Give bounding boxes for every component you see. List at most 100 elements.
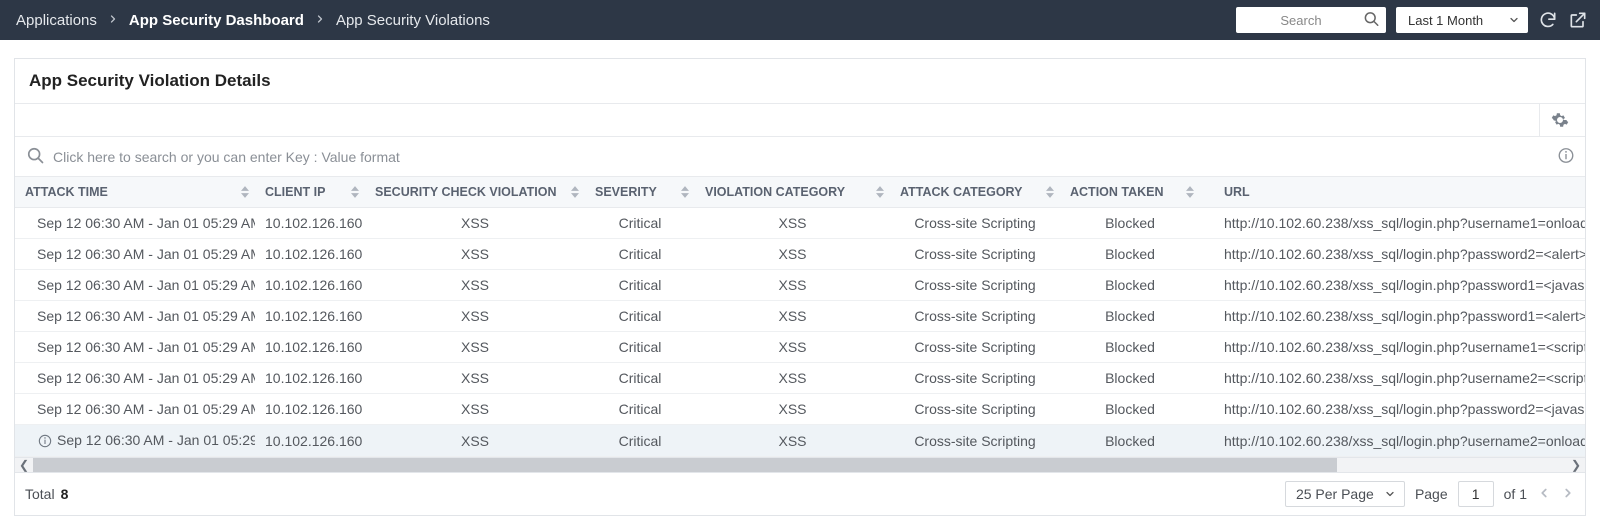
cell-action-taken: Blocked xyxy=(1060,239,1200,270)
violations-panel: App Security Violation Details ATTACK TI xyxy=(14,58,1586,516)
top-bar: Applications App Security Dashboard App … xyxy=(0,0,1600,40)
chevron-right-icon xyxy=(314,12,326,29)
cell-attack-category: Cross-site Scripting xyxy=(890,425,1060,457)
panel-toolbar xyxy=(15,103,1585,137)
table-row[interactable]: Sep 12 06:30 AM - Jan 01 05:29 AM10.102.… xyxy=(15,332,1585,363)
cell-attack-time: Sep 12 06:30 AM - Jan 01 05:29 AM xyxy=(15,208,255,239)
table-row[interactable]: Sep 12 06:30 AM - Jan 01 05:29 AM10.102.… xyxy=(15,270,1585,301)
info-icon xyxy=(1557,146,1575,164)
col-security-check[interactable]: SECURITY CHECK VIOLATION xyxy=(365,177,585,208)
cell-security-check: XSS xyxy=(365,363,585,394)
cell-url: http://10.102.60.238/xss_sql/login.php?u… xyxy=(1200,425,1585,457)
horizontal-scrollbar[interactable]: ❮ ❯ xyxy=(15,457,1585,473)
total-label: Total xyxy=(25,486,55,502)
cell-attack-category: Cross-site Scripting xyxy=(890,208,1060,239)
cell-violation-category: XSS xyxy=(695,270,890,301)
breadcrumb-level1[interactable]: Applications xyxy=(16,12,97,29)
cell-client-ip: 10.102.126.160 xyxy=(255,208,365,239)
table-filter-input[interactable] xyxy=(53,149,1575,165)
col-violation-category[interactable]: VIOLATION CATEGORY xyxy=(695,177,890,208)
chevron-down-icon xyxy=(1384,488,1396,500)
filter-row xyxy=(15,137,1585,177)
info-icon xyxy=(37,433,53,449)
col-attack-category[interactable]: ATTACK CATEGORY xyxy=(890,177,1060,208)
table-row[interactable]: Sep 12 06:30 AM - Jan 01 05:29 AM10.102.… xyxy=(15,208,1585,239)
open-external-button[interactable] xyxy=(1568,10,1588,30)
cell-security-check: XSS xyxy=(365,270,585,301)
cell-severity: Critical xyxy=(585,239,695,270)
sort-arrows-icon[interactable] xyxy=(351,186,359,199)
sort-arrows-icon[interactable] xyxy=(1046,186,1054,199)
cell-security-check: XSS xyxy=(365,301,585,332)
cell-attack-time: Sep 12 06:30 AM - Jan 01 05:29 AM xyxy=(15,301,255,332)
time-range-label: Last 1 Month xyxy=(1408,13,1483,28)
cell-violation-category: XSS xyxy=(695,332,890,363)
sort-arrows-icon[interactable] xyxy=(1186,186,1194,199)
table-row[interactable]: Sep 12 06:30 AM - Jan 01 05:29 AM10.102.… xyxy=(15,301,1585,332)
cell-client-ip: 10.102.126.160 xyxy=(255,301,365,332)
col-action-taken[interactable]: ACTION TAKEN xyxy=(1060,177,1200,208)
cell-security-check: XSS xyxy=(365,208,585,239)
cell-violation-category: XSS xyxy=(695,208,890,239)
total-count: Total 8 xyxy=(25,486,68,502)
table-row[interactable]: Sep 12 06:30 AM - Jan 01 05:29 AM10.102.… xyxy=(15,239,1585,270)
cell-url: http://10.102.60.238/xss_sql/login.php?p… xyxy=(1200,239,1585,270)
cell-severity: Critical xyxy=(585,363,695,394)
refresh-button[interactable] xyxy=(1538,10,1558,30)
next-page-button[interactable] xyxy=(1561,486,1575,503)
breadcrumb-level3[interactable]: App Security Violations xyxy=(336,12,490,29)
table-row[interactable]: Sep 12 06:30 AM - Jan 01 05:29 AM10.102.… xyxy=(15,425,1585,457)
cell-url: http://10.102.60.238/xss_sql/login.php?p… xyxy=(1200,394,1585,425)
cell-client-ip: 10.102.126.160 xyxy=(255,270,365,301)
chevron-right-icon xyxy=(107,12,119,29)
breadcrumb: Applications App Security Dashboard App … xyxy=(16,12,490,29)
sort-arrows-icon[interactable] xyxy=(876,186,884,199)
cell-action-taken: Blocked xyxy=(1060,270,1200,301)
scroll-left-arrow[interactable]: ❮ xyxy=(15,458,33,472)
sort-arrows-icon[interactable] xyxy=(681,186,689,199)
cell-client-ip: 10.102.126.160 xyxy=(255,332,365,363)
cell-severity: Critical xyxy=(585,332,695,363)
cell-attack-time: Sep 12 06:30 AM - Jan 01 05:29 AM xyxy=(15,363,255,394)
cell-url: http://10.102.60.238/xss_sql/login.php?u… xyxy=(1200,363,1585,394)
col-attack-time[interactable]: ATTACK TIME xyxy=(15,177,255,208)
time-range-select[interactable]: Last 1 Month xyxy=(1396,7,1528,33)
cell-violation-category: XSS xyxy=(695,239,890,270)
global-search-input[interactable] xyxy=(1236,7,1386,33)
col-client-ip[interactable]: CLIENT IP xyxy=(255,177,365,208)
panel-title: App Security Violation Details xyxy=(15,59,1585,103)
page-of-label: of 1 xyxy=(1504,486,1527,502)
col-url[interactable]: URL xyxy=(1200,177,1585,208)
cell-attack-time: Sep 12 06:30 AM - Jan 01 05:29 AM xyxy=(15,332,255,363)
table-header-row: ATTACK TIME CLIENT IP SECURITY CHECK VIO… xyxy=(15,177,1585,208)
cell-severity: Critical xyxy=(585,301,695,332)
breadcrumb-level2[interactable]: App Security Dashboard xyxy=(129,12,304,29)
cell-violation-category: XSS xyxy=(695,301,890,332)
sort-arrows-icon[interactable] xyxy=(571,186,579,199)
scroll-right-arrow[interactable]: ❯ xyxy=(1567,458,1585,472)
cell-client-ip: 10.102.126.160 xyxy=(255,394,365,425)
col-severity[interactable]: SEVERITY xyxy=(585,177,695,208)
prev-page-button[interactable] xyxy=(1537,486,1551,503)
gear-icon xyxy=(1551,111,1569,129)
cell-attack-category: Cross-site Scripting xyxy=(890,239,1060,270)
scroll-track[interactable] xyxy=(33,458,1567,472)
cell-url: http://10.102.60.238/xss_sql/login.php?p… xyxy=(1200,270,1585,301)
cell-severity: Critical xyxy=(585,270,695,301)
cell-action-taken: Blocked xyxy=(1060,425,1200,457)
info-button[interactable] xyxy=(1557,146,1575,167)
cell-severity: Critical xyxy=(585,208,695,239)
table-row[interactable]: Sep 12 06:30 AM - Jan 01 05:29 AM10.102.… xyxy=(15,363,1585,394)
total-value: 8 xyxy=(61,486,69,502)
per-page-select[interactable]: 25 Per Page xyxy=(1285,481,1405,507)
cell-client-ip: 10.102.126.160 xyxy=(255,425,365,457)
scroll-thumb[interactable] xyxy=(33,458,1337,472)
cell-url: http://10.102.60.238/xss_sql/login.php?u… xyxy=(1200,332,1585,363)
settings-button[interactable] xyxy=(1539,103,1579,137)
cell-action-taken: Blocked xyxy=(1060,363,1200,394)
cell-violation-category: XSS xyxy=(695,394,890,425)
table-row[interactable]: Sep 12 06:30 AM - Jan 01 05:29 AM10.102.… xyxy=(15,394,1585,425)
cell-severity: Critical xyxy=(585,425,695,457)
sort-arrows-icon[interactable] xyxy=(241,186,249,199)
page-input[interactable] xyxy=(1458,481,1494,507)
